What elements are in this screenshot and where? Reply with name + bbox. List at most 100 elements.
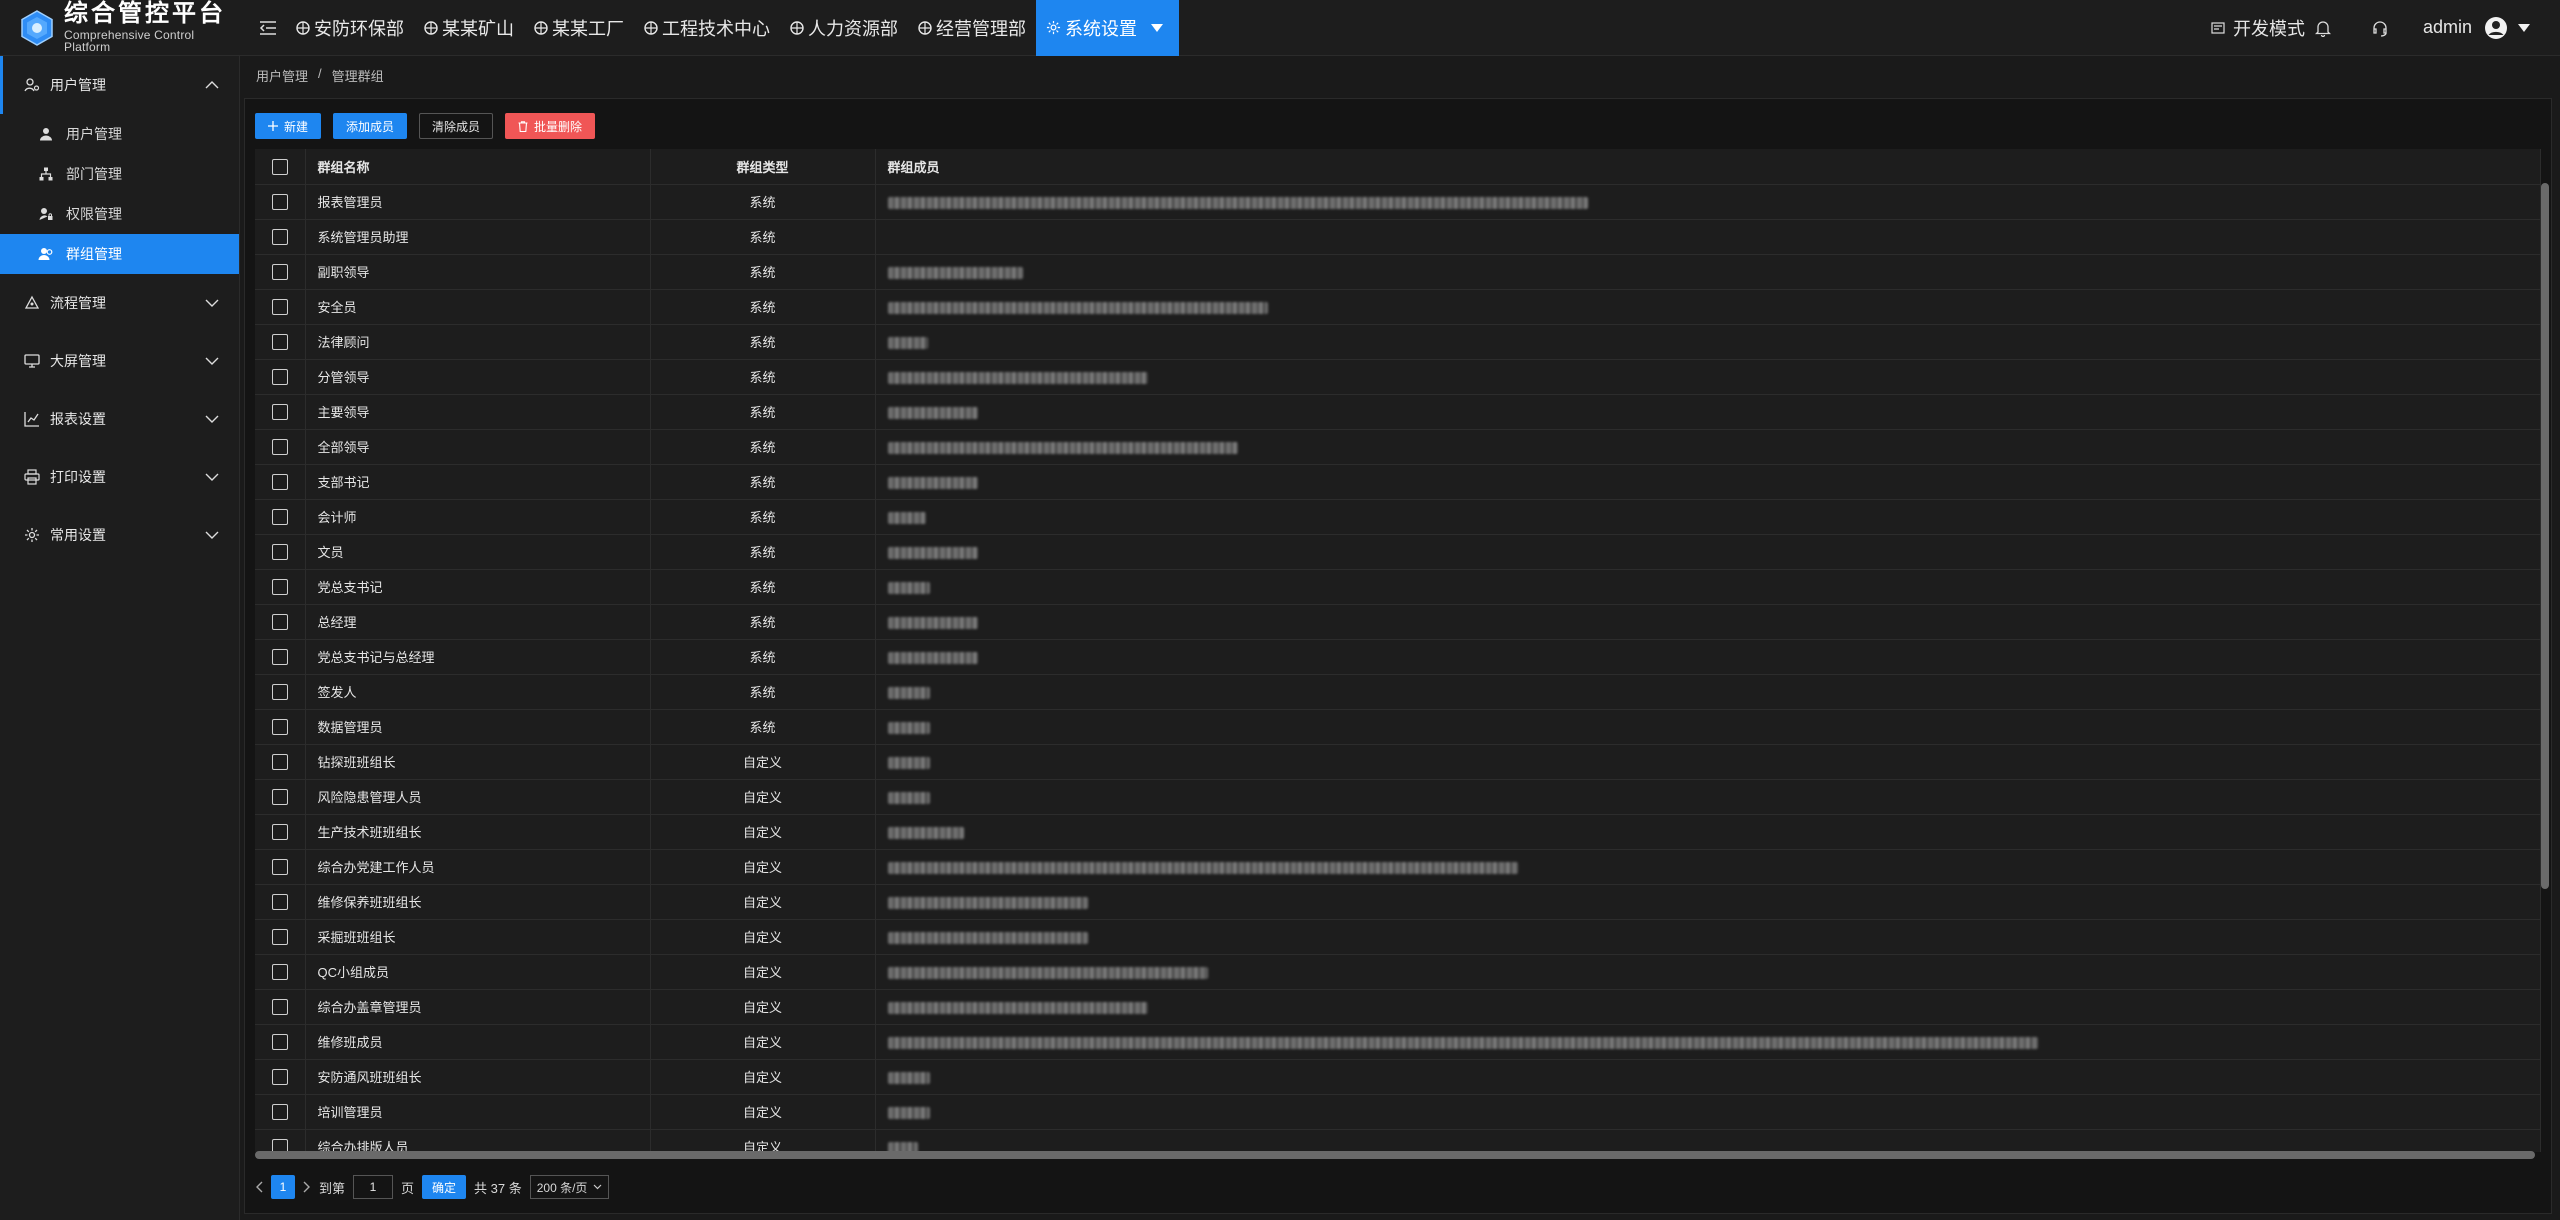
table-row[interactable]: 风险隐患管理人员 自定义 xyxy=(255,779,2541,815)
row-checkbox[interactable] xyxy=(271,228,288,245)
user-menu[interactable]: admin xyxy=(2423,16,2530,40)
sidebar-group-user-management[interactable]: 用户管理 xyxy=(0,56,239,114)
sidebar-item-group-management[interactable]: 群组管理 xyxy=(0,234,239,274)
group-name-cell: 全部领导 xyxy=(305,429,651,465)
row-checkbox[interactable] xyxy=(271,998,288,1015)
table-row[interactable]: 采掘班班组长 自定义 xyxy=(255,919,2541,955)
sidebar-group-common-settings[interactable]: 常用设置 xyxy=(0,506,239,564)
group-members-cell xyxy=(875,639,2541,675)
row-checkbox[interactable] xyxy=(271,1068,288,1085)
page-number-current[interactable]: 1 xyxy=(271,1175,295,1199)
row-checkbox[interactable] xyxy=(271,963,288,980)
row-checkbox[interactable] xyxy=(271,263,288,280)
sidebar-group-report-settings[interactable]: 报表设置 xyxy=(0,390,239,448)
nav-item-0[interactable]: 安防环保部 xyxy=(286,0,414,56)
group-name-cell: 采掘班班组长 xyxy=(305,919,651,955)
table-row[interactable]: 全部领导 系统 xyxy=(255,429,2541,465)
page-size-select[interactable]: 200 条/页 xyxy=(529,1175,610,1199)
table-row[interactable]: 总经理 系统 xyxy=(255,604,2541,640)
goto-confirm-button[interactable]: 确定 xyxy=(422,1175,467,1199)
row-checkbox[interactable] xyxy=(271,438,288,455)
menu-fold-icon[interactable] xyxy=(250,0,286,56)
table-row[interactable]: 综合办盖章管理员 自定义 xyxy=(255,989,2541,1025)
table-row[interactable]: 文员 系统 xyxy=(255,534,2541,570)
sidebar-group-screen-management[interactable]: 大屏管理 xyxy=(0,332,239,390)
row-checkbox[interactable] xyxy=(271,1033,288,1050)
table-row[interactable]: 法律顾问 系统 xyxy=(255,324,2541,360)
row-checkbox[interactable] xyxy=(271,753,288,770)
nav-item-2[interactable]: 某某工厂 xyxy=(524,0,634,56)
table-row[interactable]: 主要领导 系统 xyxy=(255,394,2541,430)
nav-item-1[interactable]: 某某矿山 xyxy=(414,0,524,56)
sidebar-group-print-settings[interactable]: 打印设置 xyxy=(0,448,239,506)
row-checkbox[interactable] xyxy=(271,578,288,595)
nav-item-6[interactable]: 系统设置 xyxy=(1036,0,1179,56)
sidebar-item-user-management[interactable]: 用户管理 xyxy=(0,114,239,154)
table-row[interactable]: 会计师 系统 xyxy=(255,499,2541,535)
row-checkbox[interactable] xyxy=(271,613,288,630)
row-checkbox[interactable] xyxy=(271,333,288,350)
sidebar-group-process-management[interactable]: 流程管理 xyxy=(0,274,239,332)
row-checkbox[interactable] xyxy=(271,543,288,560)
table-row[interactable]: 数据管理员 系统 xyxy=(255,709,2541,745)
batch-delete-button[interactable]: 批量删除 xyxy=(505,113,596,139)
row-checkbox[interactable] xyxy=(271,683,288,700)
table-row[interactable]: 培训管理员 自定义 xyxy=(255,1094,2541,1130)
add-member-label: 添加成员 xyxy=(346,119,395,134)
table-row[interactable]: 报表管理员 系统 xyxy=(255,184,2541,220)
row-checkbox[interactable] xyxy=(271,473,288,490)
table-row[interactable]: 钻探班班组长 自定义 xyxy=(255,744,2541,780)
row-checkbox[interactable] xyxy=(271,1103,288,1120)
row-checkbox[interactable] xyxy=(271,368,288,385)
table-row[interactable]: 系统管理员助理 系统 xyxy=(255,219,2541,255)
chevron-down-icon xyxy=(205,299,219,307)
goto-page-input[interactable] xyxy=(353,1175,394,1199)
headset-icon[interactable] xyxy=(2371,19,2389,37)
group-members-cell xyxy=(875,534,2541,570)
row-checkbox[interactable] xyxy=(271,788,288,805)
row-checkbox[interactable] xyxy=(271,718,288,735)
table-row[interactable]: 副职领导 系统 xyxy=(255,254,2541,290)
table-row[interactable]: 综合办党建工作人员 自定义 xyxy=(255,849,2541,885)
nav-item-5[interactable]: 经营管理部 xyxy=(908,0,1036,56)
table-row[interactable]: 生产技术班班组长 自定义 xyxy=(255,814,2541,850)
row-checkbox[interactable] xyxy=(271,298,288,315)
row-checkbox[interactable] xyxy=(271,648,288,665)
vertical-scrollbar[interactable] xyxy=(2541,183,2549,889)
prev-page-icon[interactable] xyxy=(255,1181,263,1193)
table-row[interactable]: 综合办排版人员 自定义 xyxy=(255,1129,2541,1152)
sidebar-item-permission-management[interactable]: 权限管理 xyxy=(0,194,239,234)
row-checkbox[interactable] xyxy=(271,508,288,525)
new-button[interactable]: 新建 xyxy=(255,113,322,139)
dev-mode-toggle[interactable]: 开发模式 xyxy=(2211,15,2305,41)
nav-item-label: 某某矿山 xyxy=(442,18,514,39)
row-checkbox[interactable] xyxy=(271,403,288,420)
clear-member-button[interactable]: 清除成员 xyxy=(419,113,494,139)
table-row[interactable]: 签发人 系统 xyxy=(255,674,2541,710)
table-row[interactable]: 维修保养班班组长 自定义 xyxy=(255,884,2541,920)
breadcrumb-parent[interactable]: 用户管理 xyxy=(256,66,308,85)
table-row[interactable]: 党总支书记 系统 xyxy=(255,569,2541,605)
table-row[interactable]: QC小组成员 自定义 xyxy=(255,954,2541,990)
select-all-checkbox[interactable] xyxy=(271,158,288,175)
row-checkbox[interactable] xyxy=(271,193,288,210)
row-checkbox[interactable] xyxy=(271,893,288,910)
nav-item-4[interactable]: 人力资源部 xyxy=(780,0,908,56)
table-row[interactable]: 分管领导 系统 xyxy=(255,359,2541,395)
table-row[interactable]: 维修班成员 自定义 xyxy=(255,1024,2541,1060)
group-type-cell: 自定义 xyxy=(650,1129,876,1152)
row-checkbox[interactable] xyxy=(271,858,288,875)
row-checkbox[interactable] xyxy=(271,823,288,840)
next-page-icon[interactable] xyxy=(303,1181,311,1193)
sidebar-item-department-management[interactable]: 部门管理 xyxy=(0,154,239,194)
table-row[interactable]: 安全员 系统 xyxy=(255,289,2541,325)
table-row[interactable]: 支部书记 系统 xyxy=(255,464,2541,500)
nav-item-3[interactable]: 工程技术中心 xyxy=(634,0,780,56)
horizontal-scrollbar[interactable] xyxy=(255,1151,2535,1159)
add-member-button[interactable]: 添加成员 xyxy=(333,113,408,139)
group-type-cell: 自定义 xyxy=(650,919,876,955)
bell-icon[interactable] xyxy=(2314,19,2331,37)
table-row[interactable]: 安防通风班班组长 自定义 xyxy=(255,1059,2541,1095)
table-row[interactable]: 党总支书记与总经理 系统 xyxy=(255,639,2541,675)
row-checkbox[interactable] xyxy=(271,928,288,945)
